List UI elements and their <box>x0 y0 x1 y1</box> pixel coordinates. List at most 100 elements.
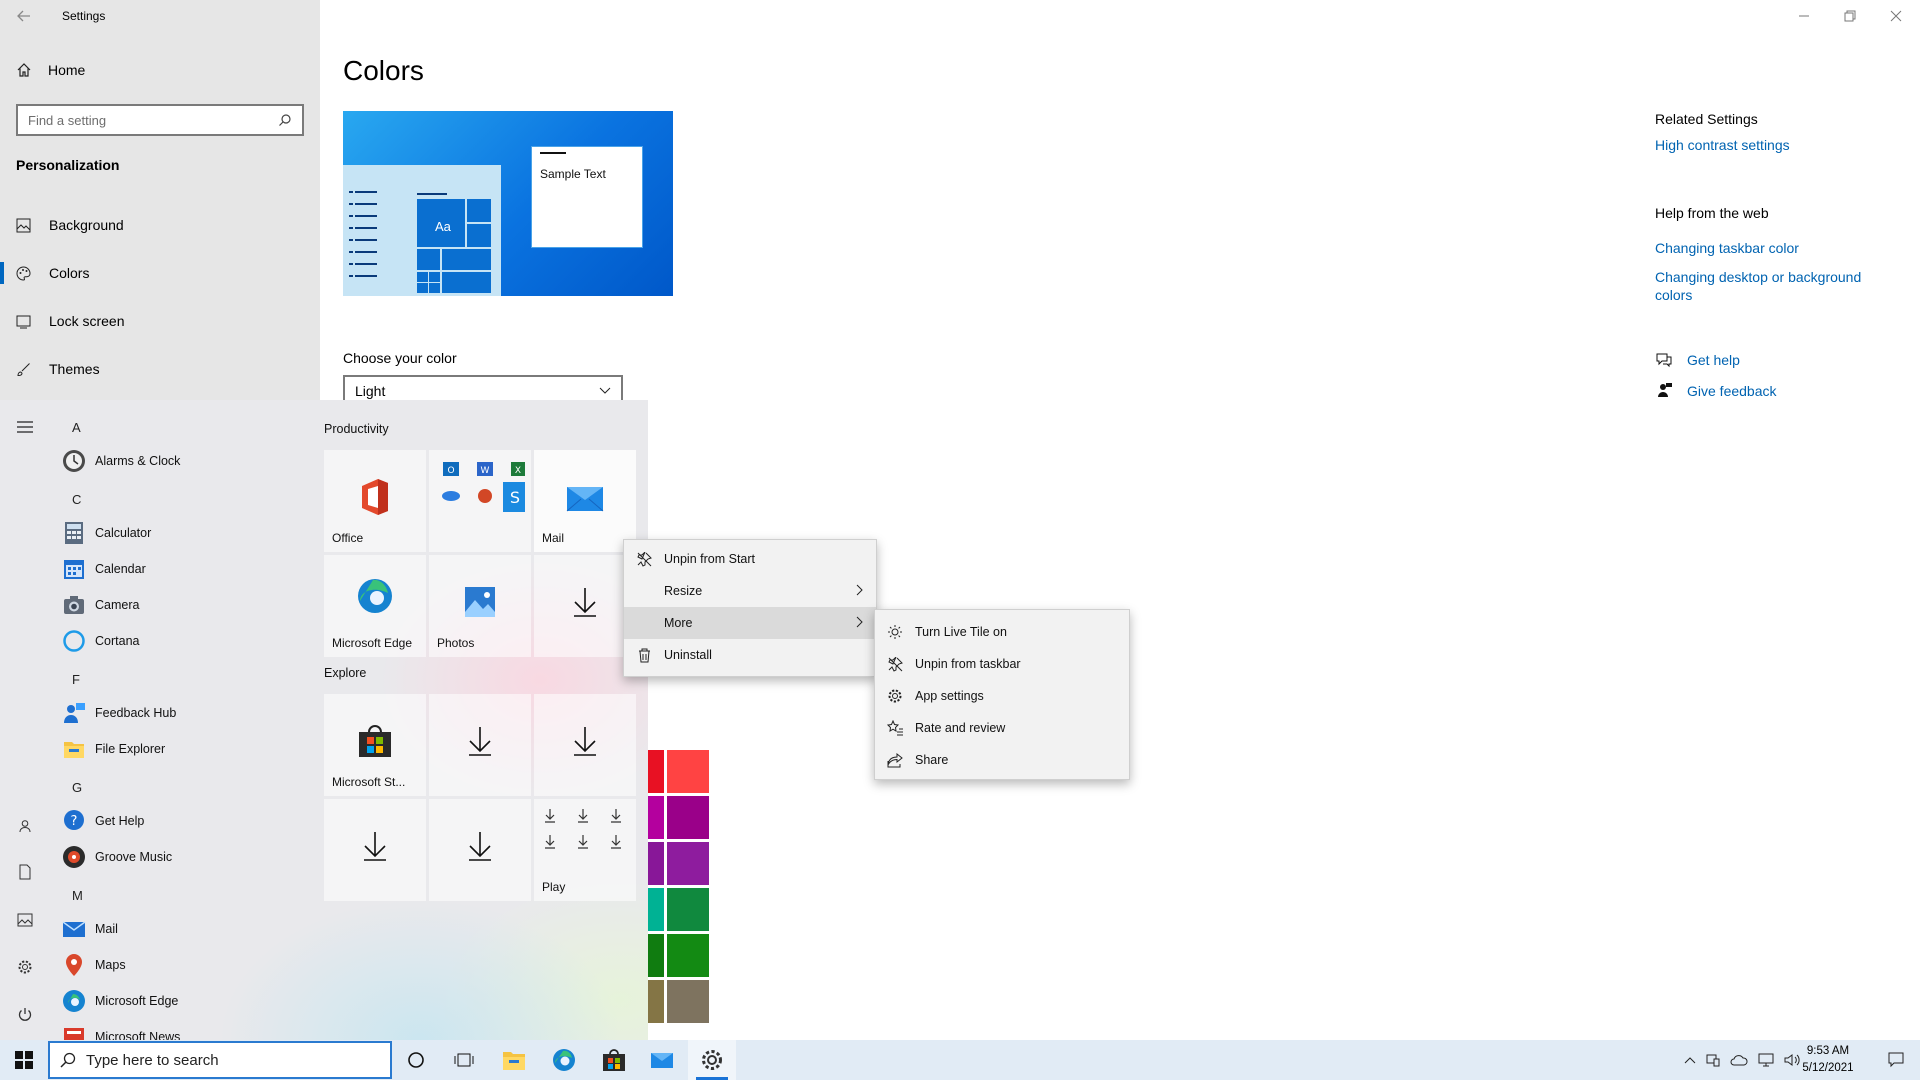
app-calendar[interactable]: Calendar <box>62 554 146 584</box>
sidebar-item-background[interactable]: Background <box>16 213 124 237</box>
swatch-green-3[interactable] <box>667 934 709 977</box>
tile-play-folder[interactable]: Play <box>534 799 636 901</box>
tile-mail[interactable]: Mail <box>534 450 636 552</box>
app-mail[interactable]: Mail <box>62 914 118 944</box>
swatch-gray-1[interactable] <box>667 980 709 1023</box>
app-get-help[interactable]: ? Get Help <box>62 806 144 836</box>
group-productivity[interactable]: Productivity <box>324 422 389 436</box>
task-view-button[interactable] <box>440 1040 488 1080</box>
menu-item-more[interactable]: More <box>624 607 876 639</box>
desktop-colors-link[interactable]: Changing desktop or background colors <box>1655 268 1885 304</box>
menu-item-live-tile[interactable]: Turn Live Tile on <box>875 616 1129 648</box>
swatch-purple-1[interactable] <box>648 842 664 885</box>
tile-download-placeholder-2[interactable] <box>429 694 531 796</box>
pictures-button[interactable] <box>13 908 37 932</box>
app-feedback-hub[interactable]: Feedback Hub <box>62 698 176 728</box>
settings-rail-button[interactable] <box>13 955 37 979</box>
notifications-button[interactable] <box>1872 1040 1920 1080</box>
menu-item-unpin-taskbar[interactable]: Unpin from taskbar <box>875 648 1129 680</box>
tile-download-placeholder-5[interactable] <box>429 799 531 901</box>
taskbar-clock[interactable]: 9:53 AM 5/12/2021 <box>1792 1043 1864 1077</box>
swatch-magenta-1[interactable] <box>648 796 664 839</box>
restore-button[interactable] <box>1838 6 1862 26</box>
tile-download-placeholder-3[interactable] <box>534 694 636 796</box>
tile-download-placeholder-4[interactable] <box>324 799 426 901</box>
find-setting-input[interactable]: Find a setting <box>16 104 304 136</box>
taskbar-file-explorer[interactable] <box>490 1040 538 1080</box>
group-explore[interactable]: Explore <box>324 666 366 680</box>
tile-microsoft-edge[interactable]: Microsoft Edge <box>324 555 426 657</box>
sidebar-item-lock-screen[interactable]: Lock screen <box>16 309 124 333</box>
app-groove-music[interactable]: Groove Music <box>62 842 172 872</box>
app-microsoft-edge[interactable]: Microsoft Edge <box>62 986 178 1016</box>
swatch-olive-1[interactable] <box>648 980 664 1023</box>
tile-office[interactable]: Office <box>324 450 426 552</box>
app-camera[interactable]: Camera <box>62 590 139 620</box>
taskbar-settings[interactable] <box>688 1040 736 1080</box>
menu-item-unpin-start[interactable]: Unpin from Start <box>624 543 876 575</box>
taskbar-store[interactable] <box>590 1040 638 1080</box>
get-help-link[interactable]: Get help <box>1687 352 1740 368</box>
minimize-button[interactable] <box>1792 6 1816 26</box>
start-button[interactable] <box>0 1040 48 1080</box>
give-feedback-row[interactable]: Give feedback <box>1655 382 1777 400</box>
menu-item-uninstall[interactable]: Uninstall <box>624 639 876 671</box>
hamburger-button[interactable] <box>13 415 37 439</box>
swatch-magenta-2[interactable] <box>667 796 709 839</box>
high-contrast-link[interactable]: High contrast settings <box>1655 137 1790 153</box>
letter-header-m[interactable]: M <box>72 888 83 903</box>
app-cortana[interactable]: Cortana <box>62 626 139 656</box>
tile-office-apps-folder[interactable]: O W X S <box>429 450 531 552</box>
letter-header-f[interactable]: F <box>72 672 80 687</box>
device-icon[interactable] <box>1706 1053 1720 1067</box>
swatch-green-2[interactable] <box>648 934 664 977</box>
taskbar-color-link[interactable]: Changing taskbar color <box>1655 240 1799 256</box>
letter-header-g[interactable]: G <box>72 780 82 795</box>
onedrive-icon[interactable] <box>1730 1054 1748 1066</box>
app-calculator[interactable]: Calculator <box>62 518 151 548</box>
cortana-button[interactable] <box>392 1040 440 1080</box>
feedback-hub-icon <box>64 703 85 723</box>
tile-microsoft-store[interactable]: Microsoft St... <box>324 694 426 796</box>
swatch-red-1[interactable] <box>648 750 664 793</box>
menu-item-rate-review[interactable]: Rate and review <box>875 712 1129 744</box>
folder-icon <box>503 1052 525 1070</box>
share-icon <box>887 752 903 767</box>
get-help-row[interactable]: Get help <box>1655 351 1740 369</box>
swatch-purple-2[interactable] <box>667 842 709 885</box>
power-button[interactable] <box>13 1003 37 1027</box>
chevron-up-icon[interactable] <box>1684 1056 1696 1064</box>
network-icon[interactable] <box>1758 1053 1774 1067</box>
tile-photos[interactable]: Photos <box>429 555 531 657</box>
menu-item-share[interactable]: Share <box>875 744 1129 776</box>
letter-header-c[interactable]: C <box>72 492 81 507</box>
close-button[interactable] <box>1884 6 1908 26</box>
swatch-green-1[interactable] <box>667 888 709 931</box>
download-icon <box>574 726 596 756</box>
documents-button[interactable] <box>13 860 37 884</box>
sidebar-label-themes: Themes <box>49 361 100 377</box>
taskbar-mail[interactable] <box>638 1040 686 1080</box>
menu-item-app-settings[interactable]: App settings <box>875 680 1129 712</box>
app-alarms-clock[interactable]: Alarms & Clock <box>62 446 180 476</box>
preview-tile-text: Aa <box>435 219 451 234</box>
tile-download-placeholder-1[interactable] <box>534 555 636 657</box>
calculator-icon <box>65 522 83 544</box>
back-button[interactable] <box>12 4 36 28</box>
account-button[interactable] <box>13 814 37 838</box>
choose-color-label: Choose your color <box>343 350 457 366</box>
give-feedback-link[interactable]: Give feedback <box>1687 383 1777 399</box>
taskbar-search-box[interactable]: Type here to search <box>48 1041 392 1079</box>
menu-item-resize[interactable]: Resize <box>624 575 876 607</box>
sidebar-item-colors[interactable]: Colors <box>16 261 89 285</box>
app-file-explorer[interactable]: File Explorer <box>62 734 165 764</box>
start-menu: A Alarms & Clock C Calculator Calendar C… <box>0 400 648 1040</box>
app-microsoft-news[interactable]: Microsoft News <box>62 1022 180 1040</box>
app-maps[interactable]: Maps <box>62 950 126 980</box>
swatch-teal-1[interactable] <box>648 888 664 931</box>
sidebar-item-home[interactable]: Home <box>16 62 85 78</box>
swatch-red-2[interactable] <box>667 750 709 793</box>
sidebar-item-themes[interactable]: Themes <box>16 357 100 381</box>
taskbar-edge[interactable] <box>540 1040 588 1080</box>
letter-header-a[interactable]: A <box>72 420 81 435</box>
